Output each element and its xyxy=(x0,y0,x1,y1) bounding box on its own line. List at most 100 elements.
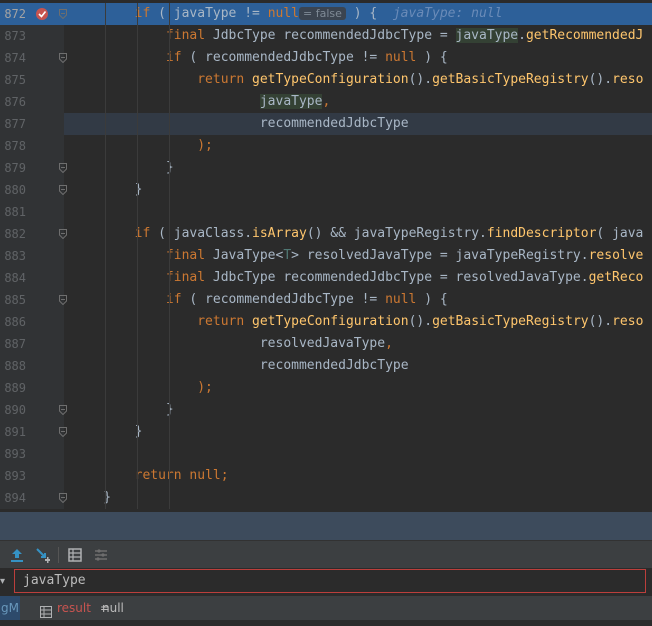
breakpoint-icon[interactable] xyxy=(35,7,49,21)
indent-guide xyxy=(137,91,138,113)
fold-marker-icon[interactable] xyxy=(59,163,67,173)
indent-guide xyxy=(105,69,106,91)
chevron-down-icon[interactable]: ▾ xyxy=(0,576,5,587)
code-token: . xyxy=(518,28,526,43)
line-number: 890 xyxy=(4,403,26,417)
indent-guide xyxy=(105,25,106,47)
line-number: 880 xyxy=(4,183,26,197)
code-text: } xyxy=(72,179,143,201)
code-line: 885 if ( recommendedJdbcType != null ) { xyxy=(0,289,652,311)
indent-guide xyxy=(137,69,138,91)
indent-guide xyxy=(169,69,170,91)
line-number: 876 xyxy=(4,95,26,109)
code-text: final JdbcType recommendedJdbcType = res… xyxy=(72,267,643,289)
indent-guide xyxy=(105,157,106,179)
code-token: (). xyxy=(588,72,613,87)
step-out-icon[interactable] xyxy=(8,546,26,564)
code-token: getReco xyxy=(588,270,644,285)
indent-guide xyxy=(169,487,170,509)
result-name: result xyxy=(57,601,91,615)
evaluate-expression-input[interactable] xyxy=(14,569,646,593)
code-line: 893 xyxy=(0,443,652,465)
code-line: 880 } xyxy=(0,179,652,201)
code-token: ( java xyxy=(596,226,644,241)
line-number: 882 xyxy=(4,227,26,241)
indent-guide xyxy=(137,245,138,267)
fold-marker-icon[interactable] xyxy=(59,493,67,503)
fold-marker-icon[interactable] xyxy=(59,405,67,415)
code-text: resolvedJavaType, xyxy=(72,333,393,355)
code-token: T xyxy=(283,248,292,263)
indent-guide xyxy=(105,47,106,69)
indent-guide xyxy=(169,267,170,289)
indent-guide xyxy=(169,179,170,201)
indent-guide xyxy=(169,201,170,223)
indent-guide xyxy=(137,135,138,157)
table-view-icon[interactable] xyxy=(66,546,84,564)
indent-guide xyxy=(169,3,170,25)
step-into-icon[interactable] xyxy=(34,546,52,564)
line-number: 881 xyxy=(4,205,26,219)
settings-list-icon[interactable] xyxy=(92,546,110,564)
code-token: ); xyxy=(197,380,213,395)
fold-marker-icon[interactable] xyxy=(59,229,67,239)
indent-guide xyxy=(137,179,138,201)
code-line: 886 return getTypeConfiguration().getBas… xyxy=(0,311,652,333)
indent-guide xyxy=(137,421,138,443)
code-token: ( javaType != xyxy=(150,6,268,21)
code-token: JavaType< xyxy=(205,248,284,263)
line-number: 888 xyxy=(4,359,26,373)
code-line: 887 resolvedJavaType, xyxy=(0,333,652,355)
indent-guide xyxy=(105,289,106,311)
indent-guide xyxy=(169,443,170,465)
result-row[interactable]: gM result = null xyxy=(0,596,652,620)
fold-marker-icon[interactable] xyxy=(59,427,67,437)
fold-marker-icon[interactable] xyxy=(59,53,67,63)
code-token: getRecommendedJ xyxy=(525,28,644,43)
code-token: } xyxy=(72,424,143,439)
code-token: () && javaTypeRegistry. xyxy=(306,226,487,241)
line-number: 885 xyxy=(4,293,26,307)
table-icon xyxy=(40,602,52,626)
indent-guide xyxy=(105,91,106,113)
indent-guide xyxy=(169,465,170,487)
indent-guide xyxy=(169,223,170,245)
code-line: 873 final JdbcType recommendedJdbcType =… xyxy=(0,25,652,47)
indent-guide xyxy=(105,399,106,421)
code-token: recommendedJdbcType xyxy=(72,116,409,131)
line-number: 884 xyxy=(4,271,26,285)
code-token: final xyxy=(165,270,206,285)
fold-marker-icon[interactable] xyxy=(59,9,67,19)
line-number: 891 xyxy=(4,425,26,439)
code-token: } xyxy=(72,182,143,197)
code-line: 877 recommendedJdbcType xyxy=(0,113,652,135)
indent-guide xyxy=(137,487,138,509)
line-number: 887 xyxy=(4,337,26,351)
code-token: findDescriptor xyxy=(486,226,597,241)
code-token: JdbcType recommendedJdbcType = resolvedJ… xyxy=(205,270,589,285)
code-token: final xyxy=(165,248,206,263)
indent-guide xyxy=(105,377,106,399)
indent-guide xyxy=(169,91,170,113)
line-number: 886 xyxy=(4,315,26,329)
code-token: ); xyxy=(197,138,213,153)
code-editor[interactable]: 872 if ( javaType != null = false ) { jav… xyxy=(0,0,652,512)
line-number: 889 xyxy=(4,381,26,395)
code-token: ( recommendedJdbcType != xyxy=(181,50,386,65)
code-token: return xyxy=(197,314,245,329)
code-line: 881 xyxy=(0,201,652,223)
code-token: } xyxy=(72,160,174,175)
code-token: recommendedJdbcType xyxy=(72,358,409,373)
fold-marker-icon[interactable] xyxy=(59,185,67,195)
code-text: ); xyxy=(72,377,213,399)
toolbar-separator xyxy=(58,547,59,563)
code-token: , xyxy=(385,336,393,351)
code-token: getTypeConfiguration xyxy=(252,314,409,329)
code-text: } xyxy=(72,399,174,421)
line-number: 878 xyxy=(4,139,26,153)
fold-marker-icon[interactable] xyxy=(59,295,67,305)
